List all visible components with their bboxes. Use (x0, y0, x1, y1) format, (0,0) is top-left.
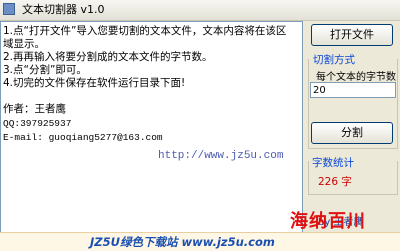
text-content-area[interactable]: 1.点“打开文件”导入您要切割的文本文件，文本内容将在该区 域显示。 2.再再输… (0, 21, 303, 235)
text-line: 域显示。 (3, 38, 45, 50)
text-line: 3.点“分割”即可。 (3, 64, 87, 76)
app-icon (3, 3, 15, 15)
text-line: 4.切完的文件保存在软件运行目录下面! (3, 77, 186, 89)
qq-line: QQ:397925937 (3, 118, 72, 129)
text-line: 2.再再输入将要分割成的文本文件的字节数。 (3, 51, 213, 63)
split-mode-label: 切割方式 (313, 54, 355, 66)
window-title: 文本切割器 v1.0 (22, 3, 105, 16)
watermark-logo: 海纳百川 (290, 211, 366, 232)
word-count-label: 字数统计 (312, 157, 354, 169)
email-line: E-mail: guoqiang5277@163.com (3, 132, 163, 143)
watermark-site: JZ5U绿色下载站 www.jz5u.com (90, 235, 275, 249)
right-panel: 打开文件 切割方式 每个文本的字节数 分割 字数统计 226 字 by 王者鹰 (306, 21, 400, 236)
website-url: http://www.jz5u.com (158, 150, 284, 162)
open-file-button[interactable]: 打开文件 (311, 24, 393, 46)
bytes-per-file-label: 每个文本的字节数 (316, 72, 396, 83)
author-line: 作者：王者鹰 (3, 103, 66, 115)
split-button[interactable]: 分割 (311, 122, 393, 144)
text-line: 1.点“打开文件”导入您要切割的文本文件，文本内容将在该区 (3, 25, 287, 37)
word-count-value: 226 字 (318, 176, 352, 188)
title-bar: 文本切割器 v1.0 (0, 0, 400, 21)
bytes-per-file-input[interactable] (310, 82, 396, 98)
